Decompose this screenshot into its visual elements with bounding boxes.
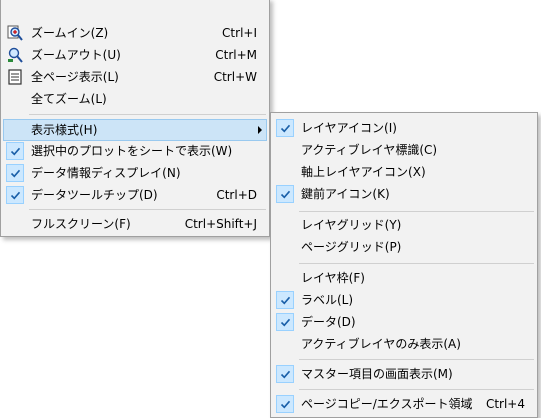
menu-item-label: 全ページ表示(L) xyxy=(31,70,119,84)
submenu-item-layer-frame[interactable]: レイヤ枠(F) xyxy=(273,267,535,289)
submenu-item-master-items[interactable]: マスター項目の画面表示(M) xyxy=(273,363,535,385)
menu-separator xyxy=(29,209,266,210)
shortcut-label: Ctrl+M xyxy=(215,48,257,62)
submenu-item-lock-icon[interactable]: 鍵前アイコン(K) xyxy=(273,183,535,205)
menu-item-label: フルスクリーン(F) xyxy=(31,217,131,231)
menu-separator xyxy=(299,211,534,212)
menu-item-label: ズームイン(Z) xyxy=(31,26,109,40)
menu-separator xyxy=(299,359,534,360)
submenu-item-page-grid[interactable]: ページグリッド(P) xyxy=(273,236,535,258)
display-style-submenu: レイヤアイコン(I) アクティブレイヤ標識(C) 軸上レイヤアイコン(X) 鍵前… xyxy=(270,112,538,418)
menu-item-fullscreen[interactable]: フルスクリーン(F) Ctrl+Shift+J xyxy=(3,213,267,235)
menu-item-label: ページグリッド(P) xyxy=(301,240,402,254)
menu-item-zoom-out[interactable]: ズームアウト(U) Ctrl+M xyxy=(3,44,267,66)
zoom-in-icon xyxy=(7,25,23,41)
menu-item-label: データ(D) xyxy=(301,315,356,329)
checkmark-icon xyxy=(276,365,294,383)
zoom-out-icon xyxy=(7,47,23,63)
menu-item-label: 選択中のプロットをシートで表示(W) xyxy=(31,144,233,158)
menu-item-label: ズームアウト(U) xyxy=(31,48,121,62)
menu-item-label: マスター項目の画面表示(M) xyxy=(301,367,453,381)
shortcut-label: Ctrl+4 xyxy=(485,397,525,411)
checkmark-icon xyxy=(276,185,294,203)
submenu-item-layer-grid[interactable]: レイヤグリッド(Y) xyxy=(273,214,535,236)
checkmark-icon xyxy=(6,142,24,160)
menu-item-label: ページコピー/エクスポート領域 xyxy=(301,397,473,411)
menu-separator xyxy=(299,263,534,264)
submenu-item-page-copy-export[interactable]: ページコピー/エクスポート領域 Ctrl+4 xyxy=(273,393,535,415)
menu-item-label: 全てズーム(L) xyxy=(31,92,107,106)
menu-item-plot-on-sheet[interactable]: 選択中のプロットをシートで表示(W) xyxy=(3,140,267,162)
menu-item-label: 鍵前アイコン(K) xyxy=(301,187,390,201)
shortcut-label: Ctrl+I xyxy=(222,26,257,40)
menu-item-label: データ情報ディスプレイ(N) xyxy=(31,166,181,180)
menu-item-label: 表示様式(H) xyxy=(31,123,98,137)
page-icon xyxy=(7,69,23,85)
shortcut-label: Ctrl+Shift+J xyxy=(184,217,257,231)
submenu-item-active-layer-marker[interactable]: アクティブレイヤ標識(C) xyxy=(273,139,535,161)
submenu-item-axis-layer-icon[interactable]: 軸上レイヤアイコン(X) xyxy=(273,161,535,183)
shortcut-label: Ctrl+D xyxy=(216,188,257,202)
menu-item-label: レイヤ枠(F) xyxy=(301,271,365,285)
checkmark-icon xyxy=(6,186,24,204)
submenu-item-active-layer-only[interactable]: アクティブレイヤのみ表示(A) xyxy=(273,333,535,355)
checkmark-icon xyxy=(6,164,24,182)
submenu-item-label[interactable]: ラベル(L) xyxy=(273,289,535,311)
menu-separator xyxy=(299,389,534,390)
shortcut-label: Ctrl+W xyxy=(213,70,257,84)
checkmark-icon xyxy=(276,119,294,137)
menu-item-label: アクティブレイヤ標識(C) xyxy=(301,143,438,157)
submenu-arrow-icon xyxy=(258,126,262,134)
submenu-item-data[interactable]: データ(D) xyxy=(273,311,535,333)
menu-item-label: データツールチップ(D) xyxy=(31,188,158,202)
menu-item-data-info[interactable]: データ情報ディスプレイ(N) xyxy=(3,162,267,184)
menu-item-label: アクティブレイヤのみ表示(A) xyxy=(301,337,461,351)
menu-item-whole-page[interactable]: 全ページ表示(L) Ctrl+W xyxy=(3,66,267,88)
submenu-item-layer-icon[interactable]: レイヤアイコン(I) xyxy=(273,117,535,139)
checkmark-icon xyxy=(276,395,294,413)
menu-separator xyxy=(29,114,266,115)
menu-item-label: 軸上レイヤアイコン(X) xyxy=(301,165,426,179)
menu-item-data-tooltip[interactable]: データツールチップ(D) Ctrl+D xyxy=(3,184,267,206)
checkmark-icon xyxy=(276,291,294,309)
menu-item-zoom-all[interactable]: 全てズーム(L) xyxy=(3,88,267,110)
menu-item-label: レイヤグリッド(Y) xyxy=(301,218,402,232)
menu-item-display-style[interactable]: 表示様式(H) xyxy=(3,119,267,141)
menu-item-zoom-in[interactable]: ズームイン(Z) Ctrl+I xyxy=(3,22,267,44)
checkmark-icon xyxy=(276,313,294,331)
menu-item-label: ラベル(L) xyxy=(301,293,354,307)
menu-item-label: レイヤアイコン(I) xyxy=(301,121,397,135)
view-context-menu: ズームイン(Z) Ctrl+I ズームアウト(U) Ctrl+M 全ページ表示(… xyxy=(0,0,270,237)
